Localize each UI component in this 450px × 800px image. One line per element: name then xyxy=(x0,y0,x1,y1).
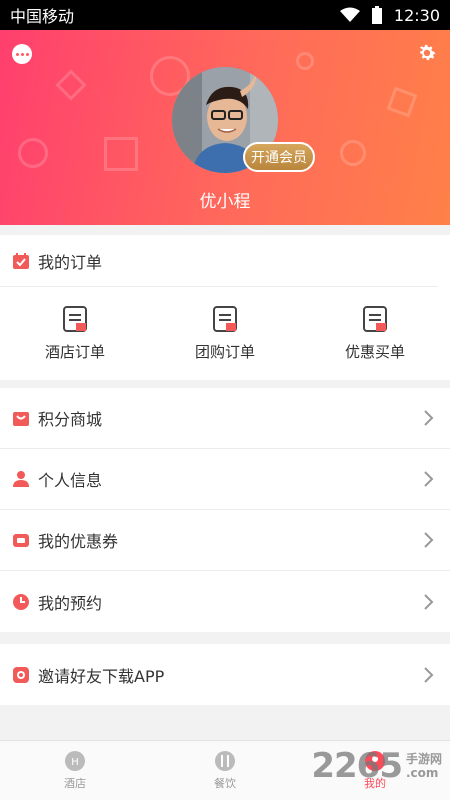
group-buy-orders-label: 团购订单 xyxy=(194,343,255,361)
invite-friends-label: 邀请好友下载APP xyxy=(38,666,165,686)
watermark-text: 手游网 xyxy=(405,752,442,766)
decor-shape xyxy=(340,140,366,166)
decor-shape xyxy=(55,69,87,101)
chevron-right-icon xyxy=(424,532,434,548)
shopping-bag-icon xyxy=(13,412,29,426)
gift-icon xyxy=(13,666,29,683)
wifi-icon xyxy=(339,7,360,22)
dining-tab-icon xyxy=(215,751,235,771)
profile-header: 开通会员 优小程 xyxy=(0,30,450,225)
my-coupons-label: 我的优惠券 xyxy=(38,532,119,551)
points-mall-label: 积分商城 xyxy=(38,410,103,429)
group-buy-order-icon xyxy=(213,306,237,332)
hotel-orders-label: 酒店订单 xyxy=(44,343,105,361)
chevron-right-icon xyxy=(424,666,434,683)
battery-icon xyxy=(371,6,382,24)
status-bar: 中国移动 12:30 xyxy=(0,0,450,30)
discount-pay-icon xyxy=(363,306,387,332)
chevron-right-icon xyxy=(424,593,434,610)
clock: 12:30 xyxy=(393,5,440,25)
hotel-tab-icon: H xyxy=(65,751,85,771)
discount-pay-button[interactable]: 优惠买单 xyxy=(300,287,450,380)
vip-membership-button[interactable]: 开通会员 xyxy=(243,142,315,172)
personal-info-item[interactable]: 个人信息 xyxy=(0,449,450,510)
coupon-icon xyxy=(13,534,29,547)
group-buy-orders-button[interactable]: 团购订单 xyxy=(150,287,300,380)
orders-title: 我的订单 xyxy=(38,252,103,272)
my-coupons-item[interactable]: 我的优惠券 xyxy=(0,510,450,571)
chevron-right-icon xyxy=(424,410,434,426)
points-mall-item[interactable]: 积分商城 xyxy=(0,388,450,449)
orders-title-row[interactable]: 我的订单 xyxy=(0,235,438,287)
username: 优小程 xyxy=(199,192,251,212)
hotel-orders-button[interactable]: 酒店订单 xyxy=(0,287,150,380)
menu-group-invite: 邀请好友下载APP xyxy=(0,644,450,705)
watermark-logo: 2265 手游网 .com xyxy=(311,746,442,786)
message-icon[interactable] xyxy=(12,44,32,64)
decor-shape xyxy=(296,52,314,70)
tab-hotel-label: 酒店 xyxy=(64,777,86,790)
clock-icon xyxy=(13,593,29,610)
decor-shape xyxy=(386,86,418,118)
gear-icon[interactable] xyxy=(416,42,438,64)
discount-pay-label: 优惠买单 xyxy=(344,343,405,361)
my-reservations-label: 我的预约 xyxy=(38,593,103,613)
tab-dining[interactable]: 餐饮 xyxy=(150,741,300,800)
invite-friends-item[interactable]: 邀请好友下载APP xyxy=(0,644,450,705)
menu-group-main: 积分商城 个人信息 我的优惠券 我的预约 xyxy=(0,388,450,632)
tab-dining-label: 餐饮 xyxy=(214,777,236,790)
decor-shape xyxy=(18,138,48,168)
chevron-right-icon xyxy=(424,471,434,487)
user-icon xyxy=(13,471,29,487)
hotel-order-icon xyxy=(63,306,87,332)
order-icon xyxy=(13,252,29,269)
my-reservations-item[interactable]: 我的预约 xyxy=(0,571,450,632)
svg-text:H: H xyxy=(71,757,79,768)
orders-section: 我的订单 酒店订单 团购订单 优惠买单 xyxy=(0,235,450,380)
tab-hotel[interactable]: H 酒店 xyxy=(0,741,150,800)
personal-info-label: 个人信息 xyxy=(38,471,103,490)
watermark-number: 2265 xyxy=(311,746,403,786)
watermark-domain: .com xyxy=(405,766,439,780)
carrier-label: 中国移动 xyxy=(10,7,75,26)
decor-shape xyxy=(104,137,138,171)
